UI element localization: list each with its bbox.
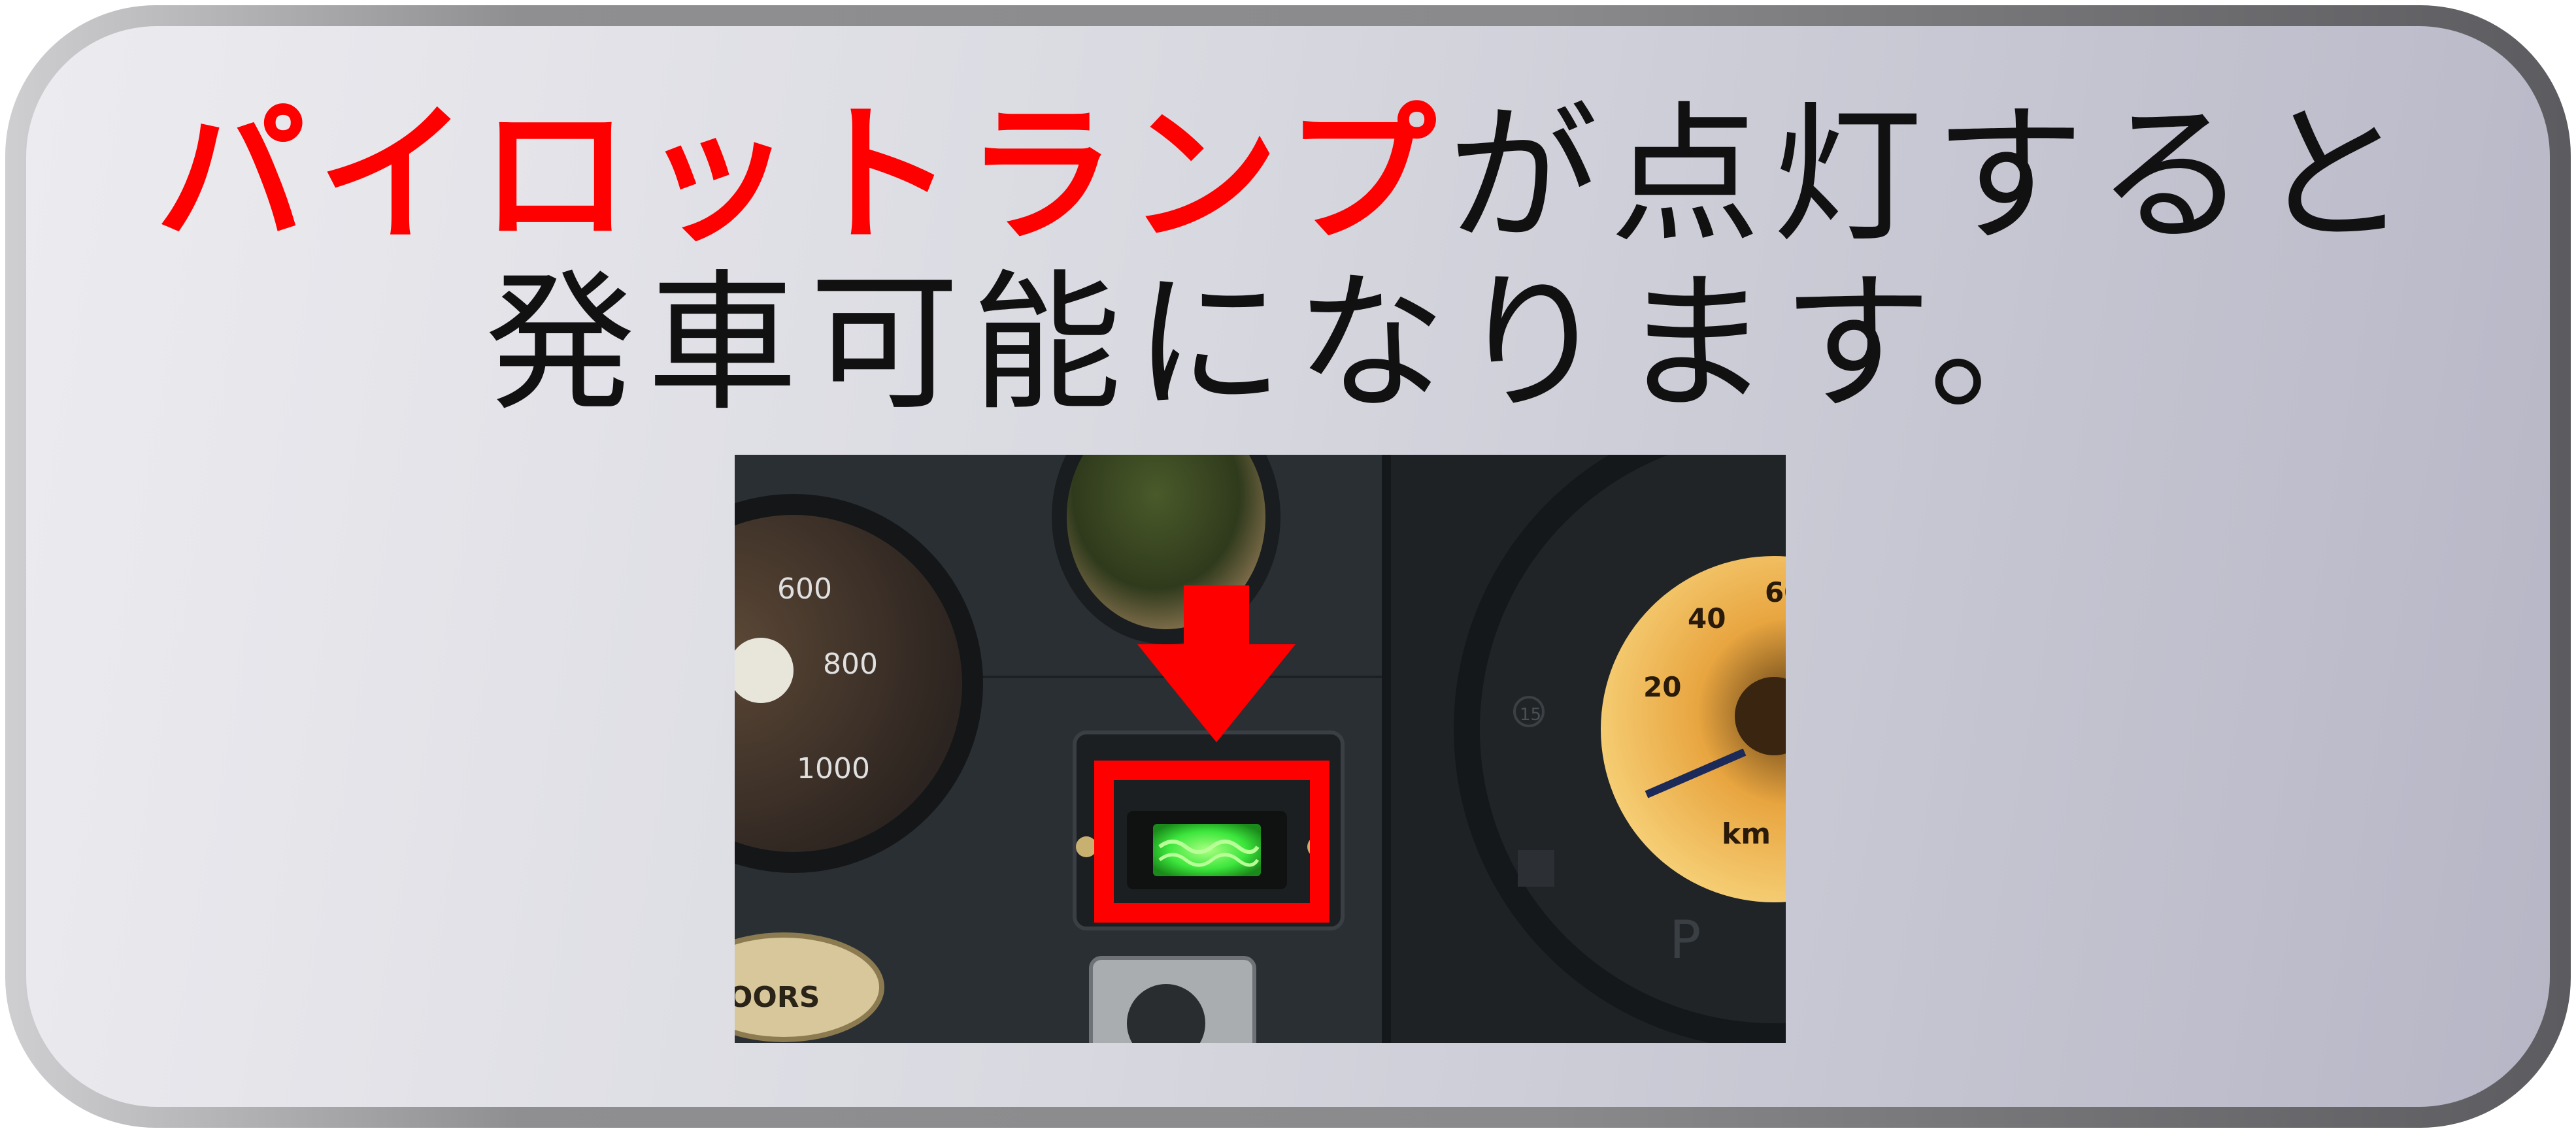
shift-letter: P — [1669, 910, 1701, 970]
speed-tick-60: 60 — [1765, 576, 1786, 608]
speed-tick-40: 40 — [1688, 602, 1726, 634]
pantograph-icon — [1518, 850, 1554, 887]
left-gauge-tick-600: 600 — [777, 572, 832, 606]
speed-tick-20: 20 — [1643, 671, 1681, 703]
pilot-lamp-highlight: パイロットランプ — [155, 89, 1448, 263]
heading-line-1: パイロットランプが点灯すると — [0, 101, 2576, 252]
speed-unit: km — [1722, 817, 1771, 851]
left-gauge-tick-800: 800 — [823, 648, 878, 681]
cab-panel-photo: 600 800 1000 OORS 20 40 6 km 15 P — [735, 455, 1786, 1043]
heading-line-1-rest: が点灯すると — [1448, 89, 2421, 263]
doors-label: OORS — [735, 981, 820, 1014]
left-gauge-tick-1000: 1000 — [797, 752, 870, 785]
heading-line-2: 発車可能になります。 — [484, 257, 2091, 431]
small-badge: 15 — [1520, 705, 1541, 725]
